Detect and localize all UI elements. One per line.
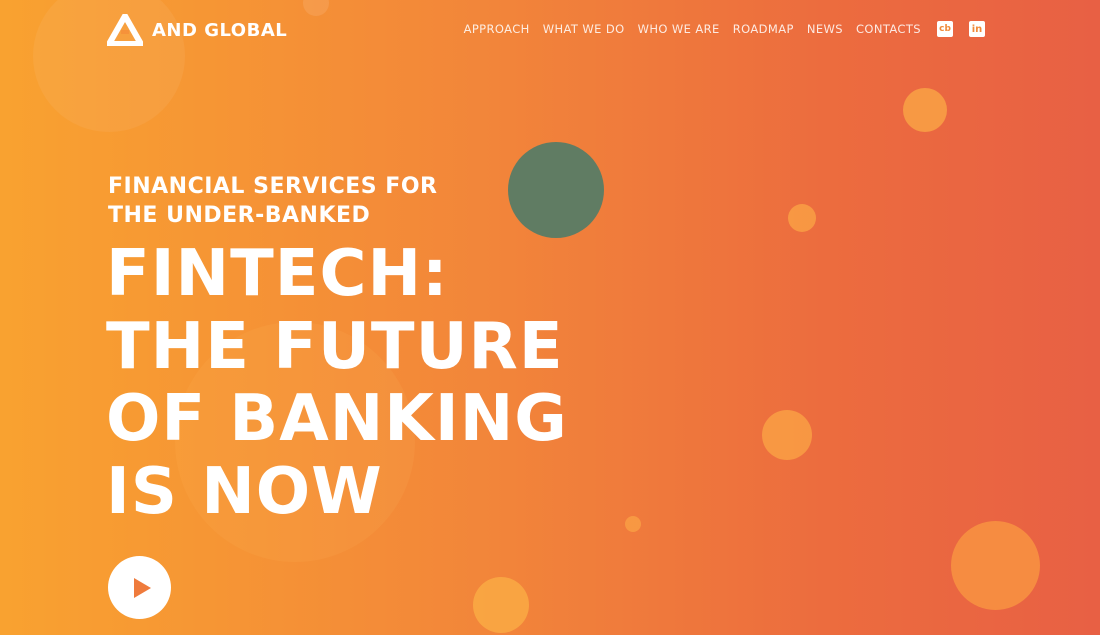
play-video-button[interactable] xyxy=(108,556,171,619)
linkedin-icon[interactable]: in xyxy=(969,21,985,37)
nav-contacts[interactable]: CONTACTS xyxy=(856,22,921,36)
triangle-logo-icon xyxy=(107,14,143,46)
decor-circle xyxy=(788,204,816,232)
hero-title-line: OF BANKING xyxy=(106,382,568,456)
decor-circle xyxy=(951,521,1040,610)
decor-circle-accent xyxy=(508,142,604,238)
decor-circle xyxy=(762,410,812,460)
logo-link[interactable]: AND GLOBAL xyxy=(107,14,287,46)
hero-subtitle: FINANCIAL SERVICES FOR THE UNDER-BANKED xyxy=(108,172,508,230)
hero-title-line: FINTECH: xyxy=(106,237,449,311)
brand-name: AND GLOBAL xyxy=(152,19,288,41)
main-nav: APPROACH WHAT WE DO WHO WE ARE ROADMAP N… xyxy=(451,21,985,37)
hero-subtitle-line: THE UNDER-BANKED xyxy=(108,203,371,228)
hero-title-line: THE FUTURE xyxy=(106,309,564,384)
decor-circle xyxy=(473,577,529,633)
crunchbase-icon[interactable]: cb xyxy=(937,21,953,37)
nav-what-we-do[interactable]: WHAT WE DO xyxy=(543,22,625,36)
hero-title: FINTECH: THE FUTURE OF BANKING IS NOW xyxy=(106,238,626,528)
nav-news[interactable]: NEWS xyxy=(807,22,843,36)
decor-circle xyxy=(625,516,641,532)
hero-subtitle-line: FINANCIAL SERVICES FOR xyxy=(108,174,438,199)
nav-roadmap[interactable]: ROADMAP xyxy=(733,22,794,36)
decor-circle xyxy=(303,0,329,16)
hero-title-line: IS NOW xyxy=(106,454,383,529)
nav-approach[interactable]: APPROACH xyxy=(464,22,530,36)
play-icon xyxy=(133,577,151,598)
decor-circle xyxy=(903,88,947,132)
nav-who-we-are[interactable]: WHO WE ARE xyxy=(638,22,720,36)
